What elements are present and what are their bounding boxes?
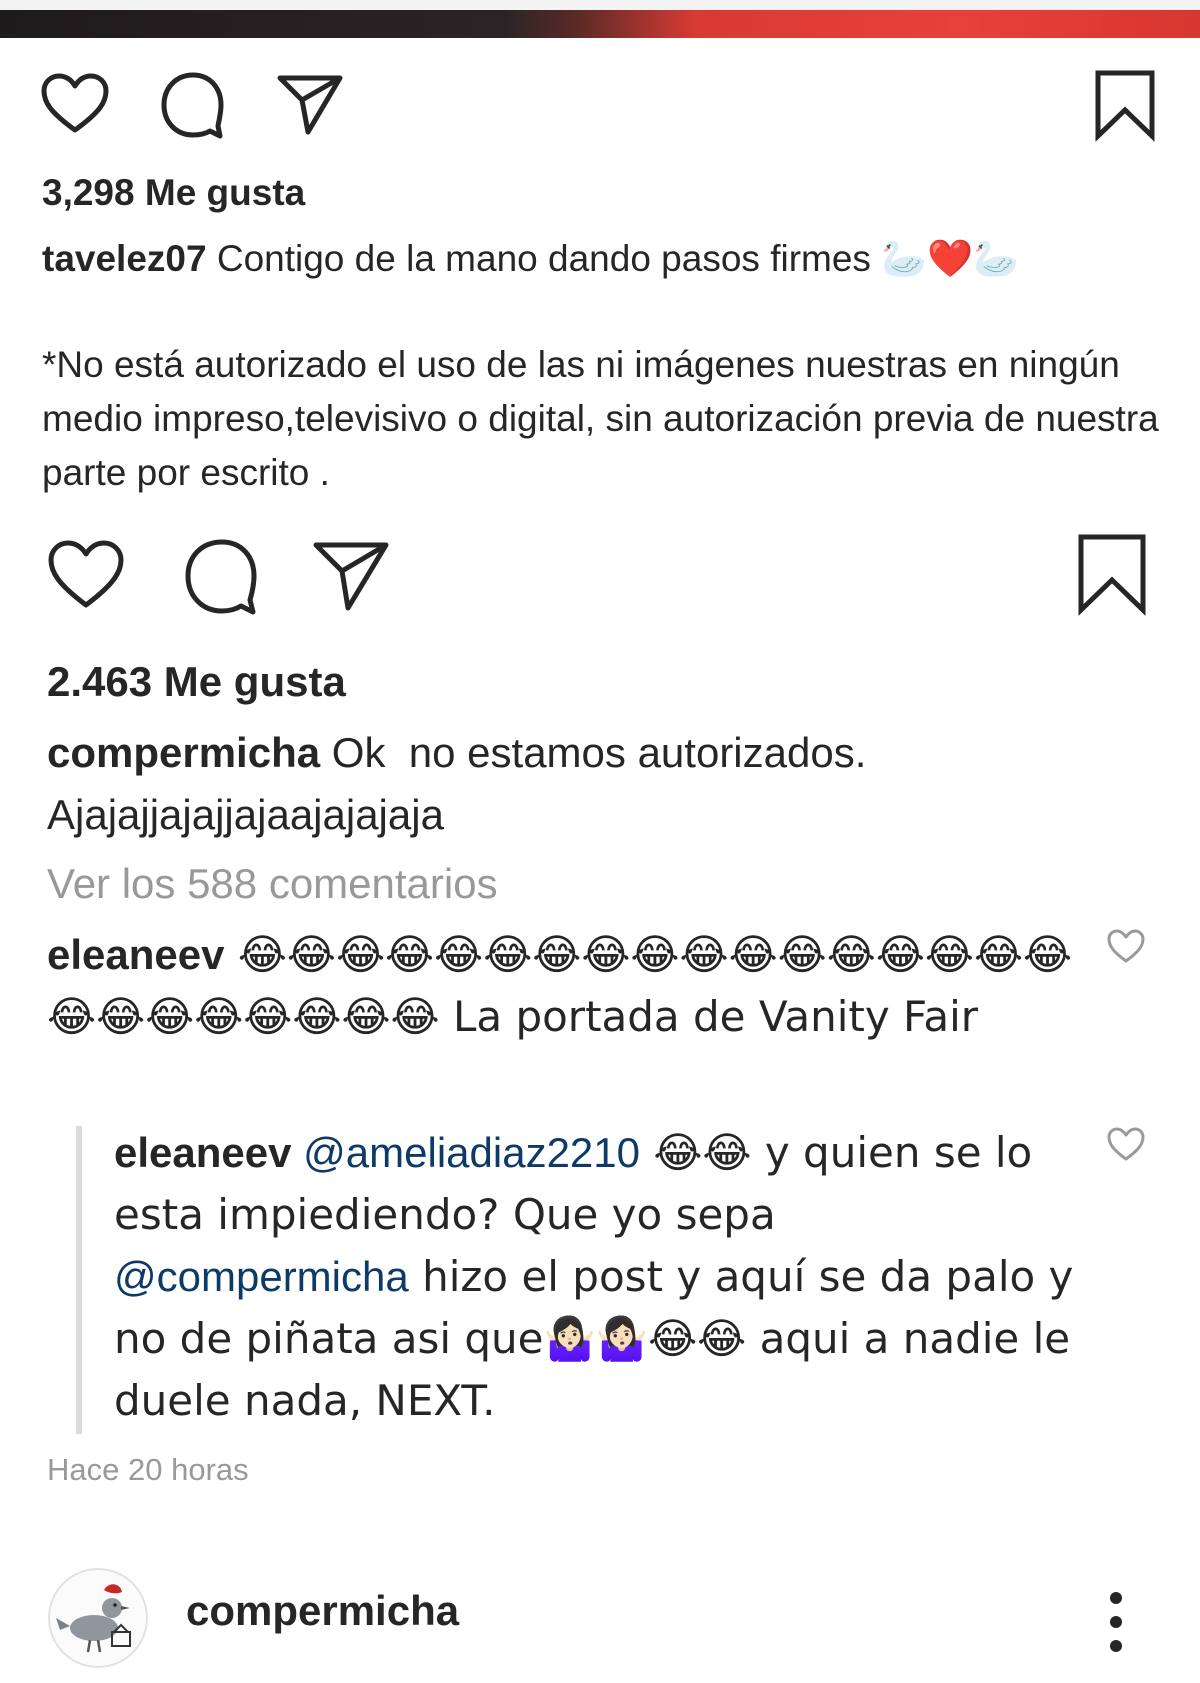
reply-timestamp: Hace 20 horas (47, 1452, 249, 1487)
comment-author[interactable]: eleaneev (47, 931, 224, 978)
bookmark-icon[interactable] (1093, 68, 1157, 142)
avatar[interactable] (48, 1568, 148, 1668)
post2-author[interactable]: compermicha (47, 729, 320, 776)
post2-action-bar (0, 530, 1200, 620)
reply-author[interactable]: eleaneev (114, 1129, 291, 1176)
reply-mention-ameliadiaz2210[interactable]: @ameliadiaz2210 (303, 1129, 640, 1176)
reply-like-heart-icon[interactable] (1106, 1126, 1146, 1167)
comment-bubble-icon[interactable] (180, 536, 260, 616)
post1-likes[interactable]: 3,298 Me gusta (42, 172, 305, 214)
account-name[interactable]: compermicha (186, 1587, 459, 1635)
post2-likes[interactable]: 2.463 Me gusta (47, 658, 346, 706)
heart-icon[interactable] (46, 538, 126, 612)
reply-mention-compermicha[interactable]: @compermicha (114, 1253, 409, 1300)
send-icon[interactable] (310, 536, 392, 614)
reply: eleaneev @ameliadiaz2210 😂😂 y quien se l… (114, 1122, 1074, 1432)
send-icon[interactable] (274, 70, 346, 138)
comment-bubble-icon[interactable] (157, 70, 227, 140)
bookmark-icon[interactable] (1076, 532, 1148, 616)
post1-action-bar (0, 62, 1200, 152)
post1-notice: *No está autorizado el uso de las ni imá… (42, 344, 1170, 493)
heart-icon[interactable] (40, 72, 110, 136)
post2-caption: compermicha Ok no estamos autorizados. A… (47, 722, 1127, 846)
pigeon-logo-icon (56, 1584, 131, 1653)
reply-thread-line (76, 1126, 82, 1434)
more-vertical-icon[interactable] (1104, 1590, 1128, 1659)
post1-author[interactable]: tavelez07 (42, 238, 207, 279)
post1-caption-text: Contigo de la mano dando pasos firmes 🦢❤… (206, 238, 1020, 279)
top-border (0, 0, 1200, 10)
comment: eleaneev 😂😂😂😂😂😂😂😂😂😂😂😂😂😂😂😂😂😂😂😂😂😂😂😂😂 La po… (47, 924, 1077, 1048)
comment-like-heart-icon[interactable] (1106, 928, 1146, 969)
view-comments-link[interactable]: Ver los 588 comentarios (47, 860, 498, 908)
post1-caption: tavelez07 Contigo de la mano dando pasos… (42, 232, 1162, 286)
